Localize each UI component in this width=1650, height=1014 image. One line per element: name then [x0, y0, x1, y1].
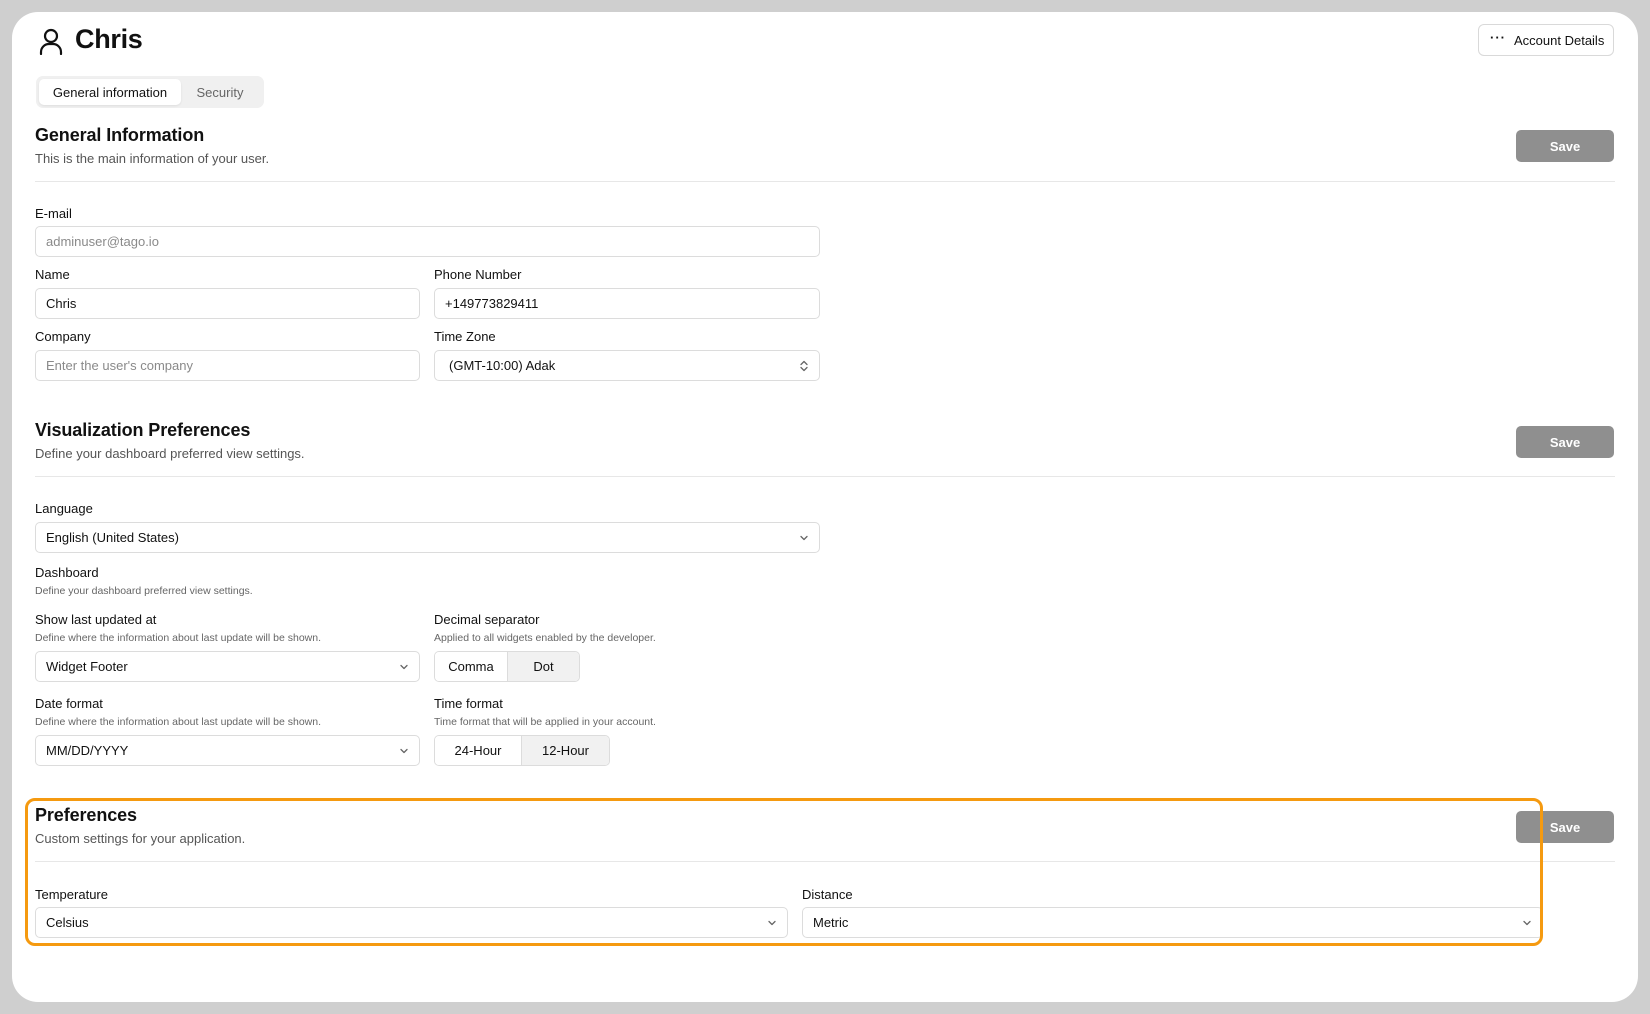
- account-details-button[interactable]: ··· Account Details: [1478, 24, 1614, 56]
- time-format-toggle: 24-Hour 12-Hour: [434, 735, 610, 766]
- account-details-label: Account Details: [1514, 32, 1605, 48]
- temperature-value: Celsius: [46, 915, 89, 930]
- preferences-section-title: Preferences: [35, 805, 137, 825]
- temperature-label: Temperature: [35, 887, 108, 902]
- email-field[interactable]: adminuser@tago.io: [35, 226, 820, 257]
- phone-label: Phone Number: [434, 267, 522, 282]
- distance-select[interactable]: Metric: [802, 907, 1543, 938]
- chevron-down-icon: [400, 664, 408, 669]
- general-section-title: General Information: [35, 125, 205, 145]
- dashboard-hint: Define your dashboard preferred view set…: [35, 585, 253, 597]
- name-field[interactable]: Chris: [35, 288, 420, 319]
- timezone-select[interactable]: (GMT-10:00) Adak: [434, 350, 820, 381]
- time-option-24-hour[interactable]: 24-Hour: [435, 736, 521, 765]
- divider: [35, 861, 1615, 862]
- preferences-save-button[interactable]: Save: [1516, 811, 1614, 843]
- decimal-option-comma[interactable]: Comma: [435, 652, 507, 681]
- tab-bar: General information Security: [36, 76, 264, 108]
- visualization-section-description: Define your dashboard preferred view set…: [35, 446, 305, 461]
- company-field[interactable]: [35, 350, 420, 381]
- time-option-12-hour[interactable]: 12-Hour: [521, 736, 609, 765]
- name-label: Name: [35, 267, 70, 282]
- user-icon: [39, 28, 63, 55]
- general-save-button[interactable]: Save: [1516, 130, 1614, 162]
- decimal-separator-toggle: Comma Dot: [434, 651, 580, 682]
- tab-security[interactable]: Security: [181, 79, 259, 105]
- divider: [35, 476, 1615, 477]
- timezone-label: Time Zone: [434, 329, 496, 344]
- decimal-separator-label: Decimal separator: [434, 612, 540, 627]
- date-format-value: MM/DD/YYYY: [46, 743, 129, 758]
- distance-value: Metric: [813, 915, 849, 930]
- tab-general-information[interactable]: General information: [39, 79, 181, 105]
- timezone-value: (GMT-10:00) Adak: [449, 358, 556, 373]
- company-label: Company: [35, 329, 91, 344]
- time-format-label: Time format: [434, 696, 503, 711]
- last-updated-select[interactable]: Widget Footer: [35, 651, 420, 682]
- chevron-down-icon: [768, 920, 776, 925]
- more-horizontal-icon: ···: [1490, 30, 1506, 45]
- date-format-select[interactable]: MM/DD/YYYY: [35, 735, 420, 766]
- date-format-label: Date format: [35, 696, 103, 711]
- app-window: Chris ··· Account Details General inform…: [12, 12, 1638, 1002]
- chevron-down-icon: [400, 748, 408, 753]
- language-label: Language: [35, 501, 93, 516]
- visualization-section-title: Visualization Preferences: [35, 420, 251, 440]
- decimal-option-dot[interactable]: Dot: [507, 652, 579, 681]
- email-label: E-mail: [35, 206, 72, 221]
- dashboard-label: Dashboard: [35, 565, 99, 580]
- temperature-select[interactable]: Celsius: [35, 907, 788, 938]
- language-select[interactable]: English (United States): [35, 522, 820, 553]
- chevrons-up-down-icon: [800, 360, 808, 371]
- time-format-hint: Time format that will be applied in your…: [434, 716, 656, 728]
- chevron-down-icon: [1523, 920, 1531, 925]
- general-section-description: This is the main information of your use…: [35, 151, 270, 166]
- decimal-separator-hint: Applied to all widgets enabled by the de…: [434, 632, 656, 644]
- chevron-down-icon: [800, 535, 808, 540]
- visualization-save-button[interactable]: Save: [1516, 426, 1614, 458]
- phone-field[interactable]: +149773829411: [434, 288, 820, 319]
- last-updated-label: Show last updated at: [35, 612, 157, 627]
- date-format-hint: Define where the information about last …: [35, 716, 322, 728]
- last-updated-value: Widget Footer: [46, 659, 128, 674]
- divider: [35, 181, 1615, 182]
- language-value: English (United States): [46, 530, 179, 545]
- preferences-section-description: Custom settings for your application.: [35, 831, 246, 846]
- last-updated-hint: Define where the information about last …: [35, 632, 322, 644]
- distance-label: Distance: [802, 887, 853, 902]
- page-title: Chris: [75, 24, 143, 54]
